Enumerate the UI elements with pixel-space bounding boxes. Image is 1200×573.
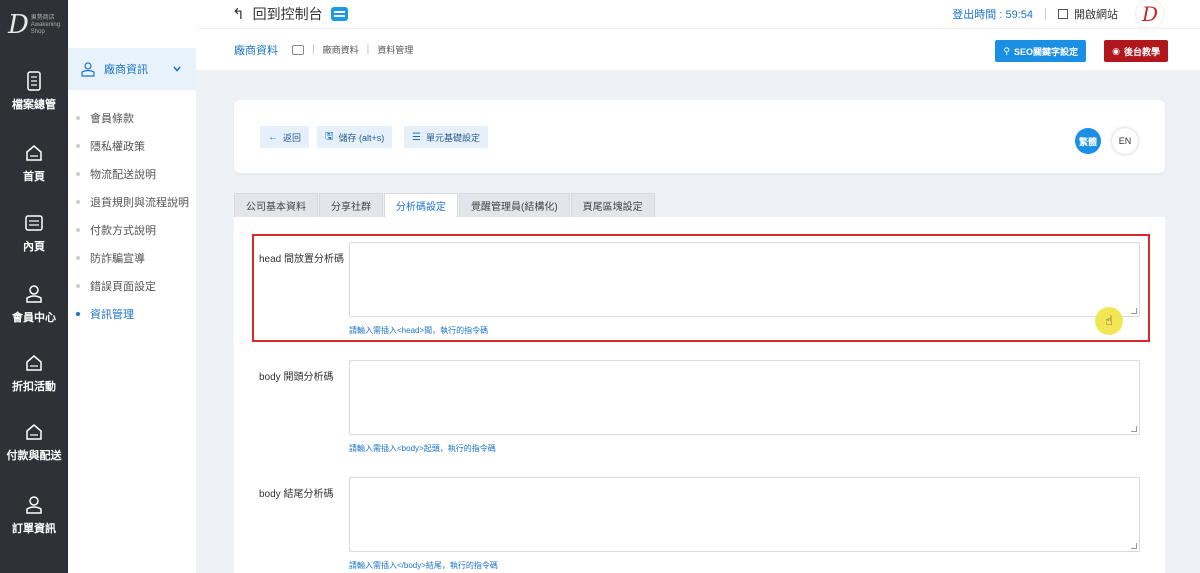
unit-settings-button[interactable]: ☰ 單元基礎設定 (404, 126, 488, 148)
body-end-code-hint: 請輸入需插入</body>結尾，執行的指令碼 (349, 561, 498, 570)
sidebar-list: 會員條款 隱私權政策 物流配送說明 退貨規則與流程說明 付款方式說明 防詐騙宣導… (68, 90, 196, 328)
play-circle-icon: ◉ (1112, 45, 1120, 56)
member-icon (26, 496, 42, 514)
logout-timer: 登出時間 : 59:54 (952, 9, 1033, 21)
back-to-dashboard-link[interactable]: ↰ 回到控制台 (232, 4, 348, 24)
breadcrumb-item: 資料管理 (377, 45, 414, 55)
file-icon (27, 71, 41, 91)
lang-english[interactable]: EN (1112, 128, 1138, 154)
sidebar-item-privacy-policy[interactable]: 隱私權政策 (68, 132, 196, 160)
analytics-form-panel: head 間放置分析碼 請輸入需插入<head>間，執行的指令碼 ☝ body … (234, 217, 1165, 573)
page-title: 廠商資料 (234, 44, 278, 57)
rail-item-home[interactable]: 首頁 (0, 142, 68, 184)
card-icon (292, 44, 304, 55)
sliders-icon: ☰ (412, 131, 421, 143)
tab-share-social[interactable]: 分享社群 (319, 193, 383, 217)
avatar[interactable]: D (1136, 0, 1164, 28)
body-start-code-hint: 請輸入需插入<body>起頭，執行的指令碼 (349, 444, 496, 453)
pointer-cursor-icon: ☝ (1095, 307, 1123, 335)
rail-item-discount[interactable]: 折扣活動 (0, 352, 68, 394)
save-button[interactable]: 🖫 儲存 (alt+s) (317, 126, 393, 148)
rail-item-orders[interactable]: 訂單資訊 (0, 494, 68, 536)
resize-handle[interactable] (1131, 543, 1137, 549)
back-button[interactable]: ← 返回 (260, 126, 310, 148)
sidebar-group-vendor-info[interactable]: 廠商資訊 (68, 48, 196, 90)
rail-item-inner-page[interactable]: 內頁 (0, 212, 68, 254)
tab-company-basic[interactable]: 公司基本資料 (234, 193, 318, 217)
main-rail: D 東勢商店 Awakening Shop 檔案總管 首頁 內頁 會員中心 折扣活動… (0, 0, 68, 573)
body-start-code-label: body 開頭分析碼 (259, 372, 334, 383)
breadcrumb-bar: 廠商資料 | 廠商資料 | 資料管理 ⚲ SEO關鍵字設定 ◉ 後台教學 (196, 28, 1200, 70)
sidebar-item-member-terms[interactable]: 會員條款 (68, 104, 196, 132)
arrow-left-icon: ← (268, 131, 278, 143)
return-arrow-icon: ↰ (232, 6, 245, 23)
body-start-code-textarea[interactable] (349, 360, 1140, 435)
sidebar-item-return-rules[interactable]: 退貨規則與流程說明 (68, 188, 196, 216)
seo-keywords-button[interactable]: ⚲ SEO關鍵字設定 (995, 40, 1086, 62)
sidebar-item-info-management[interactable]: 資訊管理 (68, 300, 196, 328)
sliders-icon[interactable] (330, 7, 348, 21)
external-link-icon (1058, 9, 1068, 19)
breadcrumb-item[interactable]: 廠商資料 (323, 43, 359, 56)
tab-footer-block[interactable]: 頁尾區塊設定 (570, 193, 655, 217)
admin-tutorial-button[interactable]: ◉ 後台教學 (1104, 40, 1168, 62)
open-site-link[interactable]: 開啟網站 (1058, 6, 1118, 22)
body-end-code-textarea[interactable] (349, 477, 1140, 552)
rail-item-member-center[interactable]: 會員中心 (0, 283, 68, 325)
sidebar-item-anti-fraud[interactable]: 防詐騙宣導 (68, 244, 196, 272)
home-icon (26, 145, 42, 161)
logo-text: 東勢商店 Awakening Shop (30, 14, 61, 35)
secondary-sidebar: 廠商資訊 會員條款 隱私權政策 物流配送說明 退貨規則與流程說明 付款方式說明 … (68, 0, 196, 573)
rail-item-payment-shipping[interactable]: 付款與配送 (0, 421, 68, 463)
member-icon (26, 285, 42, 303)
action-card: ← 返回 🖫 儲存 (alt+s) ☰ 單元基礎設定 繁體 EN (234, 100, 1165, 173)
vendor-icon (81, 62, 95, 77)
body-end-code-label: body 結尾分析碼 (259, 489, 334, 500)
logo-mark: D (7, 10, 29, 40)
lang-traditional-chinese[interactable]: 繁體 (1075, 128, 1101, 154)
brand-logo[interactable]: D 東勢商店 Awakening Shop (0, 0, 68, 50)
sidebar-item-error-page[interactable]: 錯誤頁面設定 (68, 272, 196, 300)
chevron-down-icon (173, 66, 181, 72)
save-icon: 🖫 (325, 130, 334, 142)
rail-item-file-manager[interactable]: 檔案總管 (0, 70, 68, 112)
resize-handle[interactable] (1131, 426, 1137, 432)
sidebar-item-shipping-info[interactable]: 物流配送說明 (68, 160, 196, 188)
home-icon (26, 355, 42, 371)
settings-tabs: 公司基本資料 分享社群 分析碼設定 覺醒管理員(結構化) 頁尾區塊設定 (234, 193, 656, 217)
page-icon (25, 215, 43, 231)
tab-awaken-admin[interactable]: 覺醒管理員(結構化) (459, 193, 570, 217)
top-header: ↰ 回到控制台 登出時間 : 59:54 開啟網站 D (196, 0, 1200, 28)
home-icon (26, 424, 42, 440)
sidebar-item-payment-methods[interactable]: 付款方式說明 (68, 216, 196, 244)
highlight-box (252, 234, 1150, 342)
key-icon: ⚲ (1003, 45, 1010, 56)
tab-analytics-code[interactable]: 分析碼設定 (384, 193, 458, 217)
